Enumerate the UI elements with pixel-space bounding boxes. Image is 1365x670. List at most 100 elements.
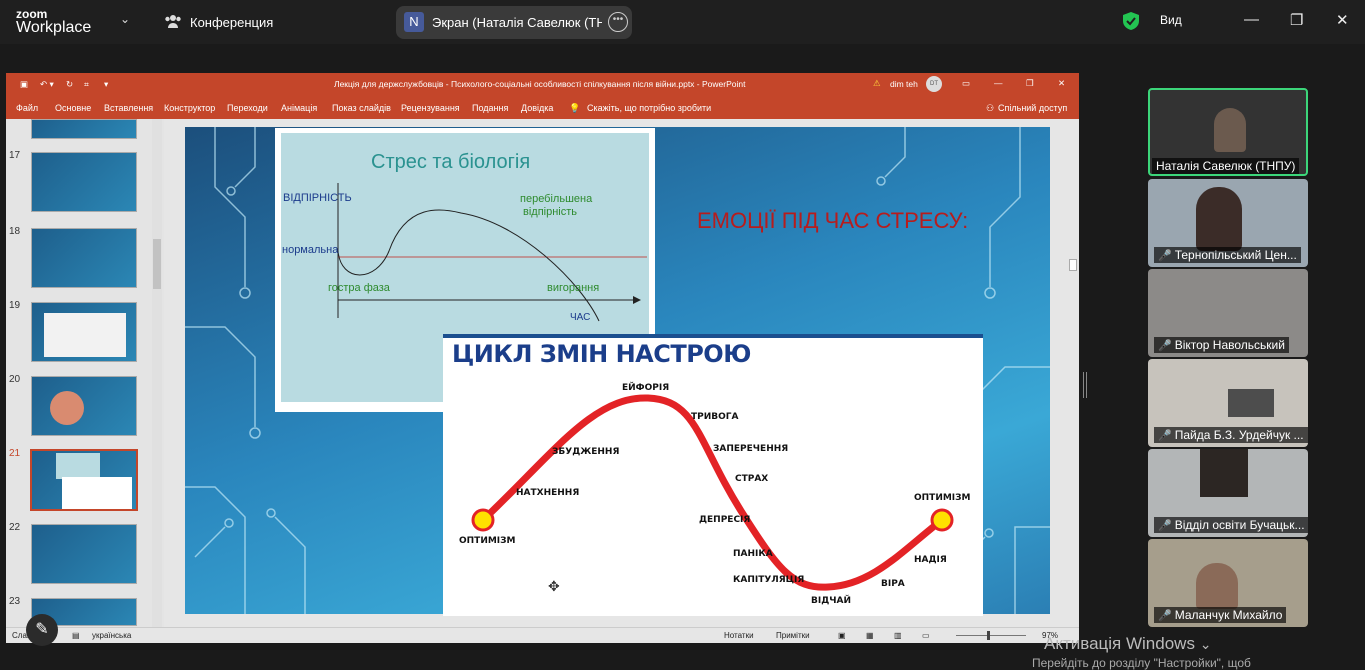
comments-button[interactable]: Примітки (776, 631, 810, 640)
tab-design[interactable]: Конструктор (164, 103, 215, 113)
user-avatar[interactable]: DT (926, 76, 942, 92)
share-access-button[interactable]: Спільний доступ (998, 103, 1067, 113)
windows-activation-subtitle: Перейдіть до розділу "Настройки", щоб (1032, 656, 1251, 670)
cycle-label-fear: СТРАХ (735, 474, 769, 484)
ppt-restore-icon[interactable]: ❐ (1026, 78, 1034, 89)
slide-thumbnail-21[interactable] (30, 449, 138, 511)
slideshow-view-icon[interactable]: ▭ (922, 631, 930, 640)
cycle-label-hope: НАДІЯ (914, 555, 947, 565)
cycle-label-panic: ПАНІКА (733, 549, 773, 559)
windows-activation-title: Активація Windows ⌄ (1044, 634, 1212, 653)
participant-name: 🎤 Віктор Навольський (1154, 337, 1289, 353)
redo-icon[interactable]: ↻ (66, 79, 73, 90)
spellcheck-icon[interactable]: ▤ (72, 631, 80, 640)
muted-mic-icon: 🎤 (1158, 340, 1172, 352)
participant-name: 🎤 Тернопільський Цен... (1154, 247, 1301, 263)
tab-slideshow[interactable]: Показ слайдів (332, 103, 391, 113)
zoom-slider[interactable] (956, 635, 1026, 636)
resize-handle[interactable] (1083, 372, 1087, 398)
muted-mic-icon: 🎤 (1158, 430, 1172, 442)
cycle-label-arousal: ЗБУДЖЕННЯ (552, 447, 620, 457)
participant-tile[interactable]: 🎤 Пайда Б.З. Урдейчук ... (1148, 359, 1308, 447)
slide-number: 20 (9, 374, 21, 385)
bio-exaggerated-label: перебільшена (520, 193, 593, 205)
participant-tile[interactable]: 🎤 Віктор Навольський (1148, 269, 1308, 357)
cycle-label-depression: ДЕПРЕСІЯ (699, 515, 751, 525)
participant-name: 🎤 Відділ освіти Бучацьк... (1154, 517, 1308, 533)
slide-number: 19 (9, 300, 21, 311)
present-icon[interactable]: ⌗ (84, 79, 89, 90)
emotions-heading: ЕМОЦІЇ ПІД ЧАС СТРЕСУ: (697, 208, 969, 233)
notes-button[interactable]: Нотатки (724, 631, 754, 640)
participant-tile[interactable]: 🎤 Тернопільський Цен... (1148, 179, 1308, 267)
bio-burnout-label: вигорання (547, 282, 600, 294)
tab-animations[interactable]: Анімація (281, 103, 317, 113)
ppt-minimize-icon[interactable]: — (994, 78, 1003, 88)
cycle-label-optimism-right: ОПТИМІЗМ (914, 493, 971, 503)
reading-view-icon[interactable]: ▥ (894, 631, 902, 640)
ppt-status-bar (6, 627, 1079, 643)
more-options-icon[interactable]: ••• (608, 12, 628, 32)
participant-name: Наталія Савелюк (ТНПУ) (1152, 158, 1300, 174)
thumbnails-scrollbar[interactable] (152, 119, 162, 627)
share-title: Экран (Наталія Савелюк (ТНПУ (432, 15, 602, 30)
slide-thumbnail-19[interactable] (31, 302, 137, 362)
cycle-label-optimism-left: ОПТИМІЗМ (459, 536, 516, 546)
ribbon-options-icon[interactable]: ▭ (962, 78, 970, 89)
participant-tile[interactable]: 🎤 Маланчук Михайло (1148, 539, 1308, 627)
tab-insert[interactable]: Вставлення (104, 103, 153, 113)
chevron-down-icon[interactable]: ⌄ (120, 12, 130, 26)
slide-scrollbar[interactable] (1068, 119, 1078, 627)
tab-review[interactable]: Рецензування (401, 103, 460, 113)
slide-number: 22 (9, 522, 21, 533)
cycle-label-despair: ВІДЧАЙ (811, 596, 851, 606)
ppt-close-icon[interactable]: ✕ (1058, 78, 1065, 89)
cycle-label-capitulation: КАПІТУЛЯЦІЯ (733, 575, 805, 585)
normal-view-icon[interactable]: ▣ (838, 631, 846, 640)
sorter-view-icon[interactable]: ▦ (866, 631, 874, 640)
bio-normal-label: нормальна (282, 244, 339, 256)
restore-icon[interactable]: ❐ (1290, 11, 1303, 29)
bio-resistance-label: ВІДПІРНІСТЬ (283, 192, 352, 204)
muted-mic-icon: 🎤 (1158, 250, 1172, 262)
conference-button[interactable]: Конференция (190, 15, 273, 30)
save-icon[interactable]: ▣ (20, 79, 28, 90)
muted-mic-icon: 🎤 (1158, 610, 1172, 622)
undo-icon[interactable]: ↶ ▾ (40, 79, 54, 90)
slide-thumbnail-18[interactable] (31, 228, 137, 288)
slide-number: 17 (9, 150, 21, 161)
customize-icon[interactable]: ▾ (104, 79, 108, 90)
participant-tile[interactable]: 🎤 Відділ освіти Бучацьк... (1148, 449, 1308, 537)
cycle-label-denial: ЗАПЕРЕЧЕННЯ (713, 444, 789, 454)
slide-number: 23 (9, 596, 21, 607)
cycle-label-euphoria: ЕЙФОРІЯ (622, 383, 670, 393)
muted-mic-icon: 🎤 (1158, 520, 1172, 532)
view-button[interactable]: Вид (1160, 13, 1182, 27)
share-avatar: N (404, 12, 424, 32)
cycle-label-anxiety: ТРИВОГА (691, 412, 739, 422)
participant-tile[interactable]: Наталія Савелюк (ТНПУ) (1148, 88, 1308, 176)
pen-annotate-icon[interactable]: ✎ (26, 614, 58, 646)
tab-transitions[interactable]: Переходи (227, 103, 268, 113)
slide-thumbnail-16[interactable] (31, 119, 137, 139)
share-person-icon: ⚇ (986, 103, 995, 113)
slide-thumbnail-20[interactable] (31, 376, 137, 436)
security-shield-icon[interactable] (1122, 11, 1140, 31)
tab-file[interactable]: Файл (16, 103, 38, 113)
warning-icon: ⚠ (873, 78, 881, 88)
cycle-label-faith: ВІРА (881, 579, 905, 589)
zoom-logo-workplace: Workplace (16, 19, 92, 36)
minimize-icon[interactable]: — (1244, 11, 1259, 28)
window-title: Лекція для держслужбовців - Психолого-со… (334, 79, 746, 89)
tab-home[interactable]: Основне (55, 103, 91, 113)
language-label[interactable]: українська (92, 631, 131, 640)
tab-help[interactable]: Довідка (521, 103, 553, 113)
slide-thumbnail-17[interactable] (31, 152, 137, 212)
zoom-slider-thumb[interactable] (987, 631, 990, 640)
slide-thumbnail-22[interactable] (31, 524, 137, 584)
close-icon[interactable]: ✕ (1336, 11, 1349, 29)
tell-me-input[interactable]: Скажіть, що потрібно зробити (587, 103, 711, 113)
tab-view[interactable]: Подання (472, 103, 508, 113)
bio-title: Стрес та біологія (371, 151, 531, 173)
participants-icon[interactable] (164, 13, 182, 31)
